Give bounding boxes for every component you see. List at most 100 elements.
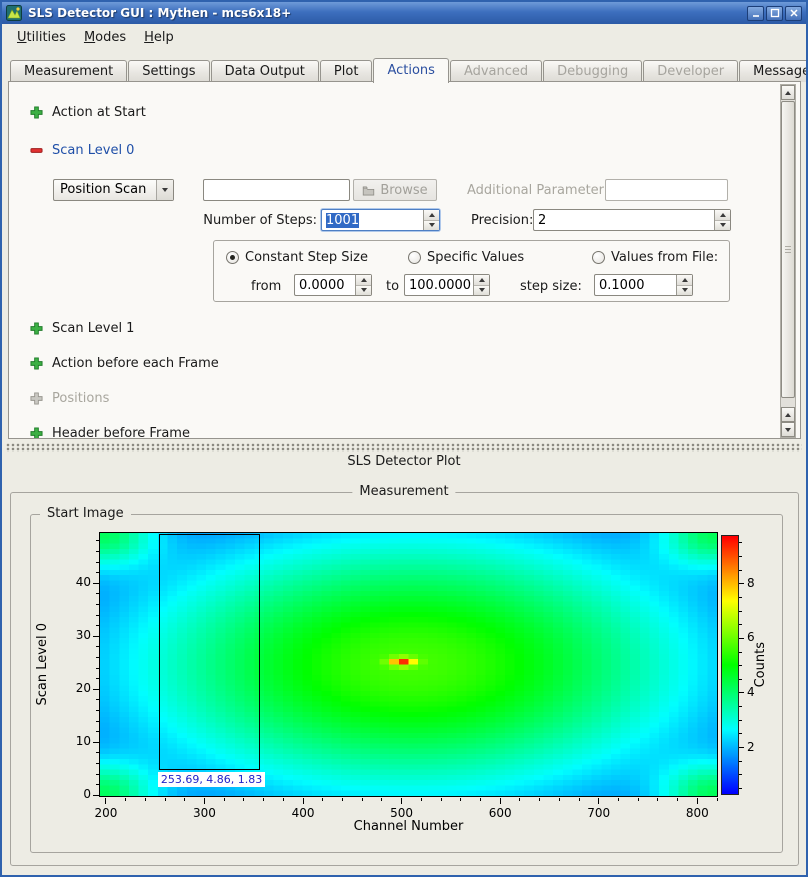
spin-down-button[interactable] (715, 220, 730, 231)
colorbar-minor-tick (739, 774, 742, 775)
tab-plot[interactable]: Plot (320, 60, 373, 82)
values-from-file-option[interactable]: Values from File: (592, 250, 718, 265)
green-plus-icon[interactable] (30, 322, 43, 335)
x-minor-tick (224, 798, 225, 801)
colorbar-minor-tick (739, 542, 742, 543)
green-plus-icon[interactable] (30, 106, 43, 119)
y-tick-label: 10 (55, 734, 91, 748)
heatmap-canvas[interactable] (100, 533, 717, 796)
y-minor-tick (96, 551, 99, 552)
x-minor-tick (283, 798, 284, 801)
x-minor-tick (342, 798, 343, 801)
y-minor-tick (96, 710, 99, 711)
spin-up-button[interactable] (424, 210, 439, 220)
colorbar-minor-tick (739, 679, 742, 680)
radio-button[interactable] (592, 251, 605, 264)
green-plus-icon[interactable] (30, 357, 43, 370)
x-minor-tick (263, 798, 264, 801)
minimize-button[interactable] (747, 6, 764, 21)
colorbar-minor-tick (739, 624, 742, 625)
titlebar[interactable]: SLS Detector GUI : Mythen - mcs6x18+ (2, 2, 806, 24)
y-minor-tick (96, 784, 99, 785)
x-tick (303, 798, 304, 804)
splitter-handle[interactable] (6, 443, 802, 452)
tab-data-output[interactable]: Data Output (211, 60, 319, 82)
spin-down-button[interactable] (474, 285, 489, 296)
red-minus-icon[interactable] (30, 144, 43, 157)
y-minor-tick (96, 752, 99, 753)
spin-up-button[interactable] (356, 275, 371, 285)
number-of-steps-label: Number of Steps: (199, 213, 317, 228)
y-minor-tick (96, 657, 99, 658)
tab-messages[interactable]: Messages (739, 60, 808, 82)
action-before-frame-label: Action before each Frame (52, 356, 219, 371)
start-image-title: Start Image (40, 506, 131, 521)
radio-button[interactable] (408, 251, 421, 264)
tab-actions[interactable]: Actions (373, 58, 449, 83)
plot-tooltip: 253.69, 4.86, 1.83 (158, 772, 265, 787)
step-size-spinbox[interactable]: 0.1000 (594, 274, 693, 296)
y-tick-label: 40 (55, 575, 91, 589)
x-minor-tick (559, 798, 560, 801)
to-spinbox[interactable]: 100.0000 (404, 274, 490, 296)
y-minor-tick (96, 572, 99, 573)
number-of-steps-spinbox[interactable]: 1001 (321, 209, 440, 231)
scan-mode-combobox[interactable]: Position Scan (53, 179, 174, 201)
close-button[interactable] (785, 6, 802, 21)
vertical-scrollbar[interactable] (780, 84, 796, 438)
x-axis-label: Channel Number (99, 819, 718, 834)
x-minor-tick (362, 798, 363, 801)
spin-down-button[interactable] (356, 285, 371, 296)
colorbar-axis-label: Counts (753, 642, 768, 687)
app-window: SLS Detector GUI : Mythen - mcs6x18+ Uti… (0, 0, 808, 877)
x-tick-label: 200 (84, 806, 128, 820)
spin-up-button[interactable] (715, 210, 730, 220)
y-minor-tick (96, 763, 99, 764)
scroll-thumb[interactable] (781, 101, 795, 398)
spin-down-button[interactable] (424, 220, 439, 231)
folder-icon (362, 184, 375, 197)
menu-modes[interactable]: Modes (75, 27, 135, 48)
y-minor-tick (96, 604, 99, 605)
tab-bar: Measurement Settings Data Output Plot Ac… (10, 56, 798, 82)
tab-measurement[interactable]: Measurement (10, 60, 127, 82)
scroll-up-button[interactable] (781, 85, 795, 100)
from-spinbox[interactable]: 0.0000 (294, 274, 372, 296)
y-tick (93, 742, 99, 743)
radio-button-checked[interactable] (226, 251, 239, 264)
colorbar: 2468 (721, 535, 739, 795)
number-of-steps-value[interactable]: 1001 (326, 213, 359, 228)
x-minor-tick (421, 798, 422, 801)
spin-down-button[interactable] (677, 285, 692, 296)
scroll-down-button[interactable] (781, 422, 795, 437)
spin-up-button[interactable] (677, 275, 692, 285)
from-value[interactable]: 0.0000 (295, 275, 355, 295)
step-size-value[interactable]: 0.1000 (595, 275, 676, 295)
x-minor-tick (145, 798, 146, 801)
tab-settings[interactable]: Settings (128, 60, 209, 82)
scroll-up-button-bottom[interactable] (781, 407, 795, 422)
precision-spinbox[interactable]: 2 (533, 209, 731, 231)
colorbar-canvas (722, 536, 738, 794)
constant-step-size-option[interactable]: Constant Step Size (226, 250, 368, 265)
x-minor-tick (480, 798, 481, 801)
x-minor-tick (460, 798, 461, 801)
maximize-button[interactable] (766, 6, 783, 21)
window-title: SLS Detector GUI : Mythen - mcs6x18+ (28, 6, 747, 20)
menu-utilities[interactable]: Utilities (8, 27, 75, 48)
y-minor-tick (96, 731, 99, 732)
heatmap-plot[interactable]: 253.69, 4.86, 1.83 200300400500600700800… (99, 532, 718, 797)
spin-up-button[interactable] (474, 275, 489, 285)
green-plus-icon[interactable] (30, 427, 43, 440)
menu-help[interactable]: Help (135, 27, 183, 48)
chevron-down-icon[interactable] (156, 180, 173, 200)
browse-button: Browse (353, 179, 437, 201)
x-tick-label: 700 (577, 806, 621, 820)
specific-values-option[interactable]: Specific Values (408, 250, 524, 265)
scan-script-input[interactable] (203, 179, 350, 201)
x-minor-tick (579, 798, 580, 801)
to-value[interactable]: 100.0000 (405, 275, 473, 295)
precision-value[interactable]: 2 (534, 210, 714, 230)
y-minor-tick (96, 668, 99, 669)
y-tick-label: 0 (55, 787, 91, 801)
